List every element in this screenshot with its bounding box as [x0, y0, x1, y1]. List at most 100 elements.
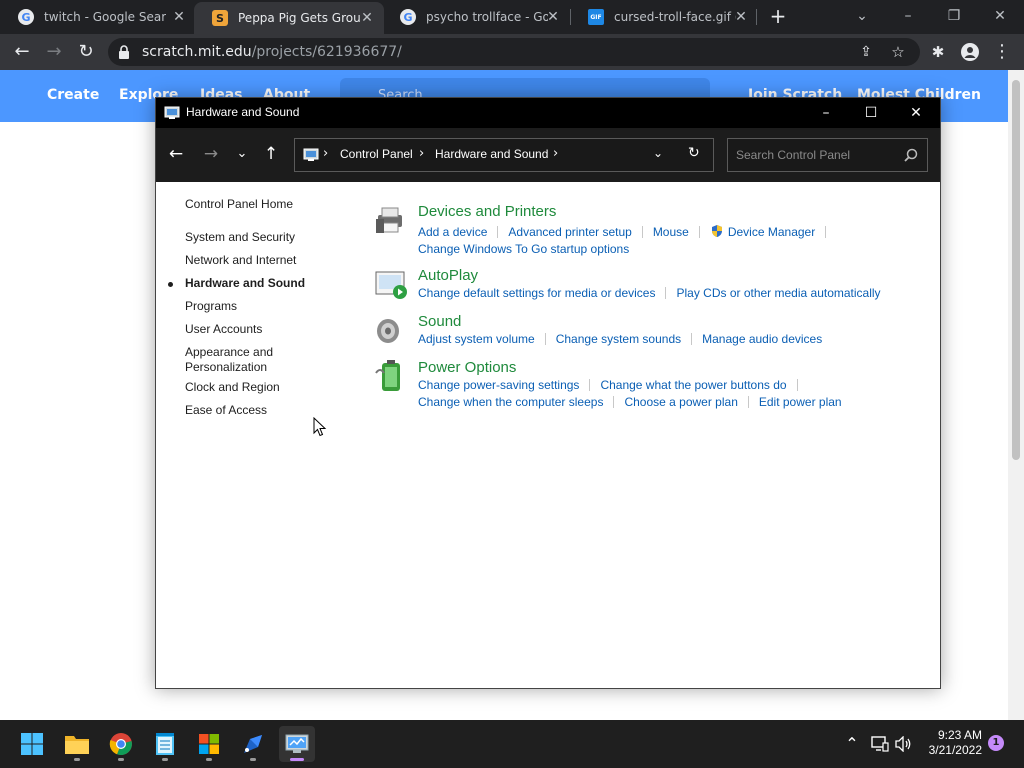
manage-audio-devices-link[interactable]: Manage audio devices — [702, 332, 822, 346]
category-links: Change default settings for media or dev… — [418, 286, 881, 300]
change-computer-sleeps-link[interactable]: Change when the computer sleeps — [418, 395, 603, 409]
tab-peppa-pig[interactable]: S Peppa Pig Gets Grounded ✕ — [194, 2, 384, 34]
breadcrumb-hardware-and-sound[interactable]: Hardware and Sound — [435, 147, 548, 161]
chrome-app[interactable] — [103, 726, 139, 762]
show-hidden-icons-icon[interactable]: ⌃ — [842, 734, 862, 753]
windows-to-go-link[interactable]: Change Windows To Go startup options — [418, 242, 629, 256]
chrome-icon — [109, 733, 132, 756]
advanced-printer-setup-link[interactable]: Advanced printer setup — [508, 225, 631, 239]
tab-search-icon[interactable]: ⌄ — [850, 4, 874, 28]
autoplay-icon — [375, 271, 407, 299]
chevron-right-icon[interactable]: › — [553, 146, 558, 161]
network-icon[interactable] — [871, 736, 889, 752]
change-system-sounds-link[interactable]: Change system sounds — [556, 332, 681, 346]
close-tab-icon[interactable]: ✕ — [734, 9, 748, 25]
link-separator — [589, 379, 591, 391]
back-arrow-icon[interactable]: ← — [164, 142, 188, 166]
close-tab-icon[interactable]: ✕ — [172, 9, 186, 25]
notepad-app[interactable] — [147, 726, 183, 762]
tab-cursed-troll-face[interactable]: GIF cursed-troll-face.gif (5 ✕ — [570, 0, 758, 34]
sidebar-item-appearance-and-personalization[interactable]: Appearance and Personalization — [185, 345, 295, 375]
close-tab-icon[interactable]: ✕ — [546, 9, 560, 25]
volume-icon[interactable] — [895, 736, 913, 752]
paint-app[interactable] — [235, 726, 271, 762]
restore-icon[interactable]: ❐ — [942, 4, 966, 28]
search-icon[interactable] — [904, 148, 918, 162]
control-panel-app[interactable] — [279, 726, 315, 762]
extensions-icon[interactable]: ✱ — [926, 40, 950, 64]
play-cds-automatically-link[interactable]: Play CDs or other media automatically — [676, 286, 880, 300]
window-title: Hardware and Sound — [186, 105, 300, 119]
start-button[interactable] — [14, 726, 50, 762]
refresh-icon[interactable]: ↻ — [688, 145, 700, 161]
tab-twitch-search[interactable]: G twitch - Google Search ✕ — [0, 0, 196, 34]
running-indicator — [118, 758, 124, 761]
microsoft-store-app[interactable] — [191, 726, 227, 762]
sidebar-item-user-accounts[interactable]: User Accounts — [185, 322, 355, 337]
sidebar-item-system-and-security[interactable]: System and Security — [185, 230, 355, 245]
battery-icon — [375, 360, 400, 391]
browser-toolbar: ← → ↻ scratch.mit.edu/projects/621936677… — [0, 34, 1024, 70]
back-arrow-icon[interactable]: ← — [10, 40, 34, 64]
scrollbar-thumb[interactable] — [1012, 80, 1020, 460]
system-clock[interactable]: 9:23 AM 3/21/2022 — [920, 728, 982, 758]
change-default-media-settings-link[interactable]: Change default settings for media or dev… — [418, 286, 655, 300]
sidebar-item-network-and-internet[interactable]: Network and Internet — [185, 253, 355, 268]
link-separator — [796, 379, 798, 391]
link-separator — [747, 396, 749, 408]
category-title[interactable]: Devices and Printers — [418, 203, 556, 220]
tab-separator — [756, 9, 757, 25]
change-power-buttons-link[interactable]: Change what the power buttons do — [600, 378, 786, 392]
mouse-link[interactable]: Mouse — [653, 225, 689, 239]
close-icon[interactable]: ✕ — [988, 4, 1012, 28]
page-scrollbar[interactable] — [1008, 70, 1024, 720]
new-tab-icon[interactable]: + — [768, 5, 788, 27]
minimize-icon[interactable]: – — [896, 4, 920, 28]
address-bar[interactable]: scratch.mit.edu/projects/621936677/ ⇪ ☆ — [108, 38, 920, 66]
device-manager-link[interactable]: Device Manager — [728, 225, 815, 239]
category-title[interactable]: Power Options — [418, 359, 516, 376]
change-power-saving-settings-link[interactable]: Change power-saving settings — [418, 378, 579, 392]
close-icon[interactable]: ✕ — [896, 101, 936, 125]
minimize-icon[interactable]: – — [806, 101, 846, 125]
edit-power-plan-link[interactable]: Edit power plan — [759, 395, 842, 409]
sidebar-item-ease-of-access[interactable]: Ease of Access — [185, 403, 355, 418]
window-title-bar[interactable]: Hardware and Sound – ☐ ✕ — [156, 98, 940, 128]
chevron-right-icon[interactable]: › — [323, 146, 328, 161]
chevron-right-icon[interactable]: › — [419, 146, 424, 161]
link-separator — [691, 333, 693, 345]
tab-psycho-trollface[interactable]: G psycho trollface - Google ✕ — [382, 0, 570, 34]
breadcrumb-control-panel[interactable]: Control Panel — [340, 147, 413, 161]
forward-arrow-icon[interactable]: → — [199, 142, 223, 166]
share-icon[interactable]: ⇪ — [854, 40, 878, 64]
profile-icon[interactable] — [958, 40, 982, 64]
close-tab-icon[interactable]: ✕ — [360, 10, 374, 26]
nav-create[interactable]: Create — [47, 87, 99, 103]
maximize-icon[interactable]: ☐ — [851, 101, 891, 125]
menu-icon[interactable]: ⋮ — [990, 40, 1014, 64]
sidebar-item-clock-and-region[interactable]: Clock and Region — [185, 380, 355, 395]
sidebar-item-hardware-and-sound[interactable]: Hardware and Sound — [185, 276, 355, 291]
choose-power-plan-link[interactable]: Choose a power plan — [624, 395, 737, 409]
link-separator — [544, 333, 546, 345]
adjust-system-volume-link[interactable]: Adjust system volume — [418, 332, 535, 346]
breadcrumb[interactable]: › Control Panel › Hardware and Sound › ⌄… — [294, 138, 714, 172]
star-icon[interactable]: ☆ — [886, 40, 910, 64]
file-explorer-app[interactable] — [59, 726, 95, 762]
reload-icon[interactable]: ↻ — [74, 40, 98, 64]
clock-time: 9:23 AM — [937, 728, 982, 742]
recent-locations-icon[interactable]: ⌄ — [230, 142, 254, 166]
notification-badge[interactable]: 1 — [988, 735, 1004, 751]
shield-icon — [711, 225, 722, 237]
link-separator — [665, 287, 667, 299]
add-a-device-link[interactable]: Add a device — [418, 225, 487, 239]
search-control-panel-input[interactable]: Search Control Panel — [727, 138, 928, 172]
forward-arrow-icon[interactable]: → — [42, 40, 66, 64]
up-arrow-icon[interactable]: ↑ — [259, 142, 283, 166]
control-panel-home-link[interactable]: Control Panel Home — [185, 197, 355, 212]
category-title[interactable]: AutoPlay — [418, 267, 478, 284]
category-title[interactable]: Sound — [418, 313, 461, 330]
chevron-down-icon[interactable]: ⌄ — [653, 146, 663, 160]
control-panel-icon — [164, 106, 180, 119]
sidebar-item-programs[interactable]: Programs — [185, 299, 355, 314]
